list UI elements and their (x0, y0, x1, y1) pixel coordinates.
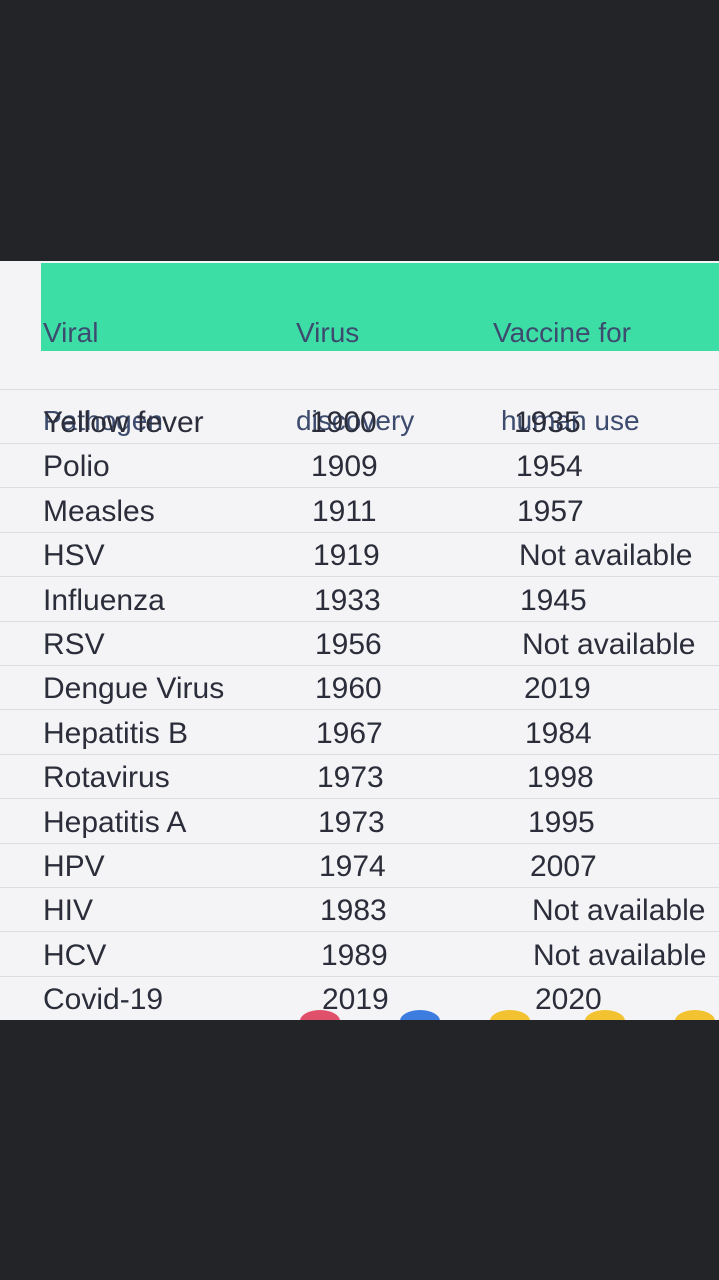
row-divider (0, 487, 719, 488)
row-divider (0, 443, 719, 444)
cell-vaccine-year: 1935 (514, 406, 581, 439)
table-row: Hepatitis B 1967 1984 (0, 712, 719, 756)
cell-discovery-year: 1989 (321, 939, 388, 972)
cell-vaccine-year: 2007 (530, 850, 597, 883)
screen: Viral Pathogen Virus discovery Vaccine f… (0, 0, 719, 1280)
cell-vaccine-year: Not available (519, 539, 693, 572)
row-divider (0, 665, 719, 666)
row-divider (0, 709, 719, 710)
table-row: Influenza 1933 1945 (0, 579, 719, 623)
table-row: Yellow fever 1900 1935 (0, 401, 719, 445)
cell-discovery-year: 1956 (315, 628, 382, 661)
cell-discovery-year: 1900 (310, 406, 377, 439)
cell-vaccine-year: 1954 (516, 450, 583, 483)
cell-pathogen: Polio (43, 450, 110, 483)
table-row: HSV 1919 Not available (0, 534, 719, 578)
header-line: Virus (296, 317, 360, 348)
row-divider (0, 798, 719, 799)
header-line: Viral (43, 317, 99, 348)
cell-pathogen: Rotavirus (43, 761, 170, 794)
cell-vaccine-year: 2019 (524, 672, 591, 705)
cell-discovery-year: 1967 (316, 717, 383, 750)
reaction-icon (490, 1010, 530, 1020)
cell-vaccine-year: Not available (522, 628, 696, 661)
reaction-strip (0, 1006, 719, 1020)
cell-pathogen: Hepatitis A (43, 806, 187, 839)
cell-discovery-year: 1983 (320, 894, 387, 927)
row-divider (0, 621, 719, 622)
reaction-icon (585, 1010, 625, 1020)
row-divider (0, 389, 719, 390)
cell-pathogen: RSV (43, 628, 105, 661)
cell-discovery-year: 1911 (312, 495, 377, 528)
cell-pathogen: Influenza (43, 584, 165, 617)
cell-discovery-year: 1974 (319, 850, 386, 883)
table-row: Hepatitis A 1973 1995 (0, 801, 719, 845)
row-divider (0, 754, 719, 755)
table-row: RSV 1956 Not available (0, 623, 719, 667)
cell-vaccine-year: 1957 (517, 495, 584, 528)
row-divider (0, 843, 719, 844)
cell-discovery-year: 1973 (317, 761, 384, 794)
cell-discovery-year: 1909 (311, 450, 378, 483)
row-divider (0, 931, 719, 932)
cell-vaccine-year: 1998 (527, 761, 594, 794)
table-row: Polio 1909 1954 (0, 445, 719, 489)
cell-pathogen: Hepatitis B (43, 717, 189, 750)
row-divider (0, 576, 719, 577)
cell-pathogen: HCV (43, 939, 107, 972)
cell-vaccine-year: 1995 (528, 806, 595, 839)
reaction-icon (400, 1010, 440, 1020)
row-divider (0, 887, 719, 888)
cell-pathogen: Dengue Virus (43, 672, 225, 705)
reaction-icon (300, 1010, 340, 1020)
table-row: Measles 1911 1957 (0, 490, 719, 534)
cell-discovery-year: 1933 (314, 584, 381, 617)
cell-pathogen: Measles (43, 495, 155, 528)
cell-pathogen: Yellow fever (43, 406, 204, 439)
cell-vaccine-year: Not available (532, 894, 706, 927)
table-row: HPV 1974 2007 (0, 845, 719, 889)
table-row: Rotavirus 1973 1998 (0, 756, 719, 800)
row-divider (0, 976, 719, 977)
cell-vaccine-year: 1945 (520, 584, 587, 617)
row-divider (0, 532, 719, 533)
table-row: HCV 1989 Not available (0, 934, 719, 978)
table-row: HIV 1983 Not available (0, 889, 719, 933)
cell-discovery-year: 1919 (313, 539, 380, 572)
table-photo: Viral Pathogen Virus discovery Vaccine f… (0, 261, 719, 1020)
cell-discovery-year: 1973 (318, 806, 385, 839)
cell-pathogen: HIV (43, 894, 94, 927)
cell-discovery-year: 1960 (315, 672, 382, 705)
cell-vaccine-year: 1984 (525, 717, 592, 750)
cell-pathogen: HPV (43, 850, 105, 883)
header-line: Vaccine for (493, 317, 631, 348)
cell-pathogen: HSV (43, 539, 105, 572)
cell-vaccine-year: Not available (533, 939, 707, 972)
table-row: Dengue Virus 1960 2019 (0, 667, 719, 711)
reaction-icon (675, 1010, 715, 1020)
